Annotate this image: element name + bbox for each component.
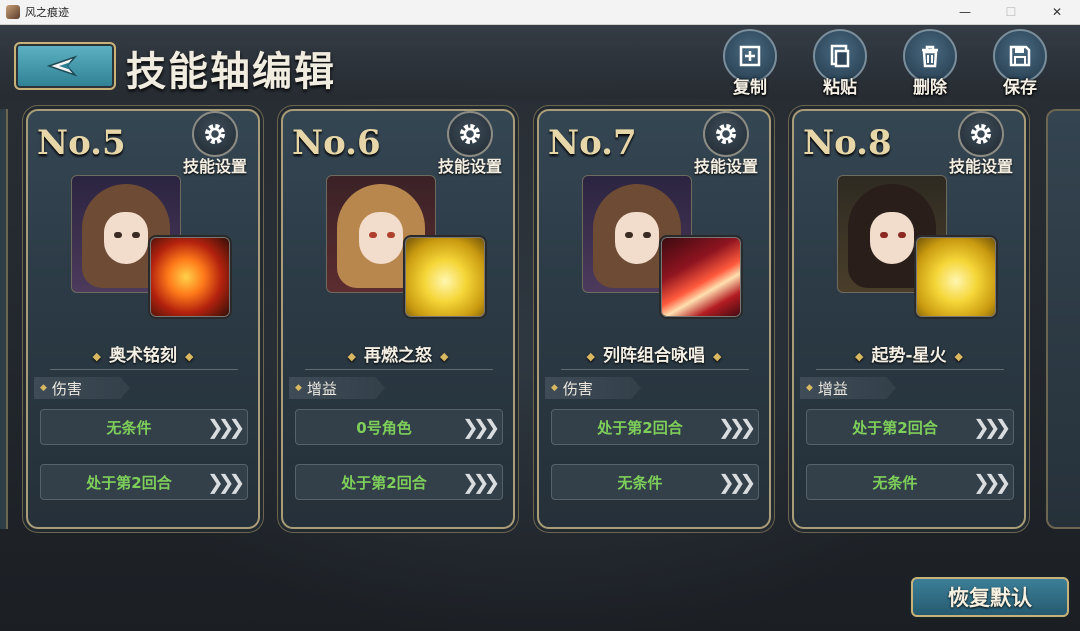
copy-button[interactable]: 复制: [720, 29, 780, 99]
condition-selector[interactable]: 处于第2回合 ❯❯❯: [551, 409, 759, 445]
gear-icon: [192, 111, 238, 157]
page-title: 技能轴编辑: [126, 48, 336, 95]
skill-settings-label: 技能设置: [948, 157, 1013, 176]
back-arrow-icon: [46, 55, 78, 77]
triple-chevron-icon: ❯❯❯: [718, 415, 756, 439]
skill-settings-button[interactable]: 技能设置: [174, 111, 256, 177]
triple-chevron-icon: ❯❯❯: [973, 470, 1011, 494]
condition-text: 处于第2回合: [852, 418, 938, 437]
skill-card[interactable]: No.5 技能设置 ◆ 奥术铭刻 ◆ ◆ 伤害 无条件 ❯❯❯ 处于第2回合 ❯❯❯: [26, 109, 260, 529]
window-title: 风之痕迹: [25, 6, 69, 19]
red-beam-icon: [659, 235, 743, 319]
condition-selector[interactable]: 无条件 ❯❯❯: [806, 464, 1014, 500]
condition-text: 处于第2回合: [341, 473, 427, 492]
triple-chevron-icon: ❯❯❯: [718, 470, 756, 494]
skill-card[interactable]: No.8 技能设置 ◆ 起势-星火 ◆ ◆ 增益 处于第2回合 ❯❯❯ 无条件 ❯❯❯: [792, 109, 1026, 529]
skill-name: 再燃之怒: [364, 346, 432, 366]
condition-text: 无条件: [617, 473, 663, 492]
paste-button[interactable]: 粘贴: [810, 29, 870, 99]
skill-type: 增益: [817, 379, 848, 398]
gear-icon: [703, 111, 749, 157]
delete-label: 删除: [913, 78, 947, 98]
close-button[interactable]: ✕: [1034, 0, 1080, 24]
skill-name-row: ◆ 列阵组合咏唱 ◆: [586, 346, 722, 366]
skill-type-tag: ◆ 增益: [289, 377, 385, 399]
minimize-button[interactable]: —: [942, 0, 988, 24]
skill-settings-label: 技能设置: [182, 157, 247, 176]
paste-label: 粘贴: [823, 78, 857, 98]
skill-settings-button[interactable]: 技能设置: [685, 111, 767, 177]
skill-name-row: ◆ 奥术铭刻 ◆: [92, 346, 194, 366]
back-button[interactable]: [14, 42, 116, 90]
triple-chevron-icon: ❯❯❯: [207, 415, 245, 439]
window-controls: — ☐ ✕: [942, 0, 1080, 24]
condition-text: 0号角色: [356, 418, 412, 437]
golden-warrior-icon: [403, 235, 487, 319]
copy-label: 复制: [733, 78, 767, 98]
skill-name: 起势-星火: [871, 346, 947, 366]
save-button[interactable]: 保存: [990, 29, 1050, 99]
condition-text: 处于第2回合: [86, 473, 172, 492]
triple-chevron-icon: ❯❯❯: [207, 470, 245, 494]
save-label: 保存: [1003, 78, 1037, 98]
condition-selector[interactable]: 处于第2回合 ❯❯❯: [806, 409, 1014, 445]
condition-selector[interactable]: 处于第2回合 ❯❯❯: [40, 464, 248, 500]
next-card-edge[interactable]: [1046, 109, 1080, 529]
skill-type-tag: ◆ 伤害: [545, 377, 641, 399]
divider: [816, 369, 1004, 370]
condition-selector[interactable]: 处于第2回合 ❯❯❯: [295, 464, 503, 500]
skill-type: 增益: [306, 379, 337, 398]
reset-default-button[interactable]: 恢复默认: [911, 577, 1069, 617]
fireball-icon: [148, 235, 232, 319]
skill-type-tag: ◆ 伤害: [34, 377, 130, 399]
condition-text: 无条件: [872, 473, 918, 492]
card-number: No.5: [37, 123, 126, 163]
skill-settings-button[interactable]: 技能设置: [429, 111, 511, 177]
skill-type-tag: ◆ 增益: [800, 377, 896, 399]
skill-type: 伤害: [562, 379, 593, 398]
skill-name: 奥术铭刻: [109, 346, 177, 366]
triple-chevron-icon: ❯❯❯: [462, 415, 500, 439]
gear-icon: [958, 111, 1004, 157]
game-area: 技能轴编辑 复制 粘贴 删除 保存 No.5 技能设置 ◆ 奥术铭刻 ◆ ◆ 伤…: [0, 25, 1080, 631]
condition-selector[interactable]: 无条件 ❯❯❯: [40, 409, 248, 445]
triple-chevron-icon: ❯❯❯: [462, 470, 500, 494]
card-number: No.6: [292, 123, 381, 163]
previous-card-edge[interactable]: [0, 109, 8, 529]
skill-type: 伤害: [51, 379, 82, 398]
app-icon: [6, 5, 20, 19]
skill-settings-button[interactable]: 技能设置: [940, 111, 1022, 177]
skill-settings-label: 技能设置: [693, 157, 758, 176]
skill-card[interactable]: No.7 技能设置 ◆ 列阵组合咏唱 ◆ ◆ 伤害 处于第2回合 ❯❯❯ 无条件 ❯❯…: [537, 109, 771, 529]
skill-name-row: ◆ 再燃之怒 ◆: [347, 346, 449, 366]
condition-text: 无条件: [106, 418, 152, 437]
triple-chevron-icon: ❯❯❯: [973, 415, 1011, 439]
condition-selector[interactable]: 无条件 ❯❯❯: [551, 464, 759, 500]
gear-icon: [447, 111, 493, 157]
skill-name: 列阵组合咏唱: [603, 346, 705, 366]
divider: [50, 369, 238, 370]
condition-text: 处于第2回合: [597, 418, 683, 437]
golden-warrior-icon: [914, 235, 998, 319]
divider: [561, 369, 749, 370]
maximize-button[interactable]: ☐: [988, 0, 1034, 24]
skill-name-row: ◆ 起势-星火 ◆: [855, 346, 963, 366]
skill-settings-label: 技能设置: [437, 157, 502, 176]
window-titlebar: 风之痕迹 — ☐ ✕: [0, 0, 1080, 25]
divider: [305, 369, 493, 370]
condition-selector[interactable]: 0号角色 ❯❯❯: [295, 409, 503, 445]
skill-card[interactable]: No.6 技能设置 ◆ 再燃之怒 ◆ ◆ 增益 0号角色 ❯❯❯ 处于第2回合 ❯❯❯: [281, 109, 515, 529]
card-number: No.7: [548, 123, 637, 163]
delete-button[interactable]: 删除: [900, 29, 960, 99]
card-number: No.8: [803, 123, 892, 163]
